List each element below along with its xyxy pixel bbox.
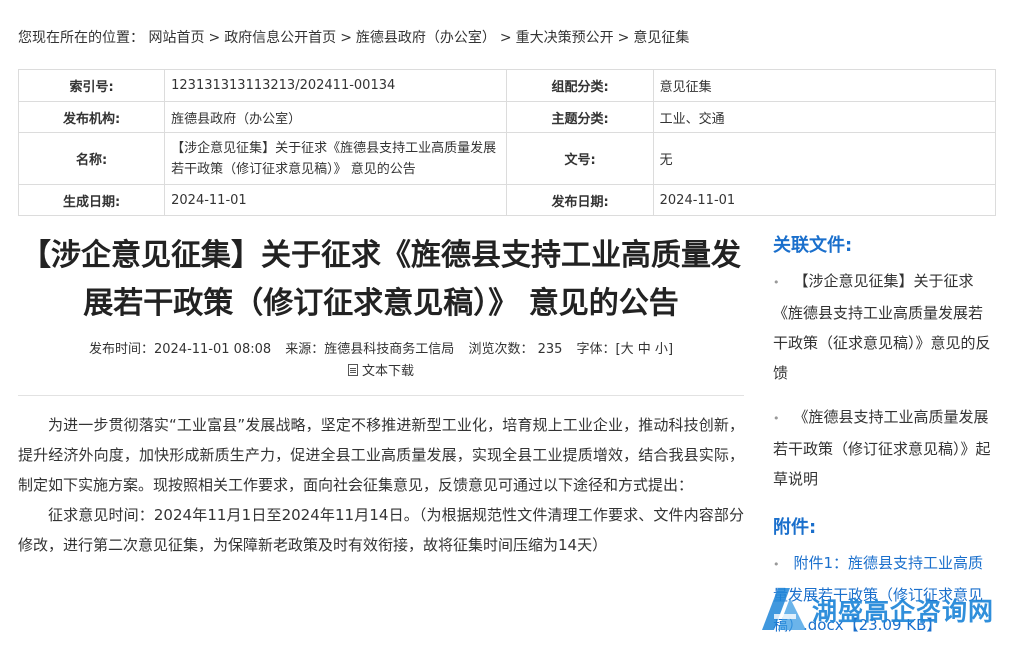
related-files-title: 关联文件: [773, 235, 853, 256]
body-paragraph: 征求意见时间：2024年11月1日至2024年11月14日。（为根据规范性文件清… [18, 506, 744, 554]
bullet-icon: • [773, 558, 780, 571]
related-file-label: 【涉企意见征集】关于征求《旌德县支持工业高质量发展若干政策（征求意见稿）》意见的… [773, 272, 991, 382]
name-value: 【涉企意见征集】关于征求《旌德县支持工业高质量发展若干政策（修订征求意见稿）》 … [164, 132, 508, 185]
watermark-text: 湖盛高企咨询网 [812, 597, 995, 626]
breadcrumb-separator: > [340, 30, 352, 46]
article-body: 为进一步贯彻落实“工业富县”发展战略，坚定不移推进新型工业化，培育规上工业企业，… [18, 410, 744, 560]
font-size-label: 字体：[ [576, 342, 621, 357]
related-file-link[interactable]: • 《旌德县支持工业高质量发展若干政策（修订征求意见稿）》起草说明 [773, 402, 996, 494]
font-large-link[interactable]: 大 [621, 342, 634, 357]
watermark: 湖盛高企咨询网 [756, 582, 995, 636]
related-files-list: • 【涉企意见征集】关于征求《旌德县支持工业高质量发展若干政策（征求意见稿）》意见… [773, 266, 996, 494]
created-date-label: 生成日期: [17, 184, 166, 216]
bullet-icon: • [773, 276, 780, 289]
publisher-label: 发布机构: [17, 101, 166, 133]
published-date-value: 2024-11-01 [652, 184, 997, 216]
breadcrumb-home-link[interactable]: 网站首页 [148, 30, 204, 46]
text-download-label: 文本下载 [361, 364, 414, 379]
breadcrumb-gov-info-link[interactable]: 政府信息公开首页 [224, 30, 336, 46]
breadcrumb-separator: > [617, 30, 630, 46]
breadcrumb-office-link[interactable]: 旌德县政府（办公室） [356, 30, 496, 46]
metadata-table: 索引号: 123131313113213/202411-00134 组配分类: … [17, 69, 997, 216]
article-info-bar: 发布时间：2024-11-01 08:08 来源：旌德县科技商务工信局 浏览次数… [18, 338, 744, 357]
font-size-end: ] [667, 342, 674, 357]
docno-value: 无 [652, 132, 997, 185]
index-value: 123131313113213/202411-00134 [164, 69, 508, 102]
name-label: 名称: [17, 132, 166, 185]
font-medium-link[interactable]: 中 [638, 342, 651, 357]
breadcrumb-prefix: 您现在所在的位置： [18, 30, 144, 46]
table-row: 名称: 【涉企意见征集】关于征求《旌德县支持工业高质量发展若干政策（修订征求意见… [17, 132, 997, 185]
topic-value: 工业、交通 [652, 101, 997, 133]
breadcrumb-separator: > [499, 30, 512, 46]
breadcrumb-decision-link[interactable]: 重大决策预公开 [516, 30, 614, 46]
publish-time: 发布时间：2024-11-01 08:08 [88, 342, 272, 357]
text-download-button[interactable]: 文本下载 [18, 360, 744, 379]
attachments-title: 附件: [773, 517, 817, 538]
bullet-icon: • [773, 412, 780, 425]
topic-label: 主题分类: [506, 101, 654, 133]
category-label: 组配分类: [506, 69, 654, 102]
created-date-value: 2024-11-01 [164, 184, 508, 216]
breadcrumb: 您现在所在的位置： 网站首页 > 政府信息公开首页 > 旌德县政府（办公室） > 重大决策预… [18, 27, 689, 47]
category-value: 意见征集 [652, 69, 997, 102]
view-count: 浏览次数： 235 [468, 342, 563, 357]
breadcrumb-separator: > [208, 30, 221, 46]
published-date-label: 发布日期: [506, 184, 654, 216]
table-row: 发布机构: 旌德县政府（办公室） 主题分类: 工业、交通 [17, 101, 997, 133]
font-small-link[interactable]: 小 [655, 342, 668, 357]
body-paragraph: 为进一步贯彻落实“工业富县”发展战略，坚定不移推进新型工业化，培育规上工业企业，… [18, 416, 744, 494]
watermark-logo-icon [762, 588, 806, 630]
publisher-value: 旌德县政府（办公室） [164, 101, 508, 133]
document-icon [347, 364, 358, 376]
breadcrumb-current-link[interactable]: 意见征集 [633, 30, 689, 46]
divider [18, 395, 744, 396]
table-row: 生成日期: 2024-11-01 发布日期: 2024-11-01 [17, 184, 997, 216]
article-main: 【涉企意见征集】关于征求《旌德县支持工业高质量发展若干政策（修订征求意见稿）》 … [18, 232, 744, 560]
article-title: 【涉企意见征集】关于征求《旌德县支持工业高质量发展若干政策（修订征求意见稿）》 … [21, 238, 741, 321]
docno-label: 文号: [506, 132, 654, 185]
article-source: 来源：旌德县科技商务工信局 [285, 342, 455, 357]
font-size-switcher: 字体：[大 中 小] [577, 342, 673, 357]
sidebar: 关联文件: • 【涉企意见征集】关于征求《旌德县支持工业高质量发展若干政策（征求意… [773, 232, 996, 640]
index-label: 索引号: [17, 69, 166, 102]
table-row: 索引号: 123131313113213/202411-00134 组配分类: … [17, 69, 997, 102]
related-file-label: 《旌德县支持工业高质量发展若干政策（修订征求意见稿）》起草说明 [773, 408, 991, 488]
related-file-link[interactable]: • 【涉企意见征集】关于征求《旌德县支持工业高质量发展若干政策（征求意见稿）》意见… [773, 266, 996, 388]
